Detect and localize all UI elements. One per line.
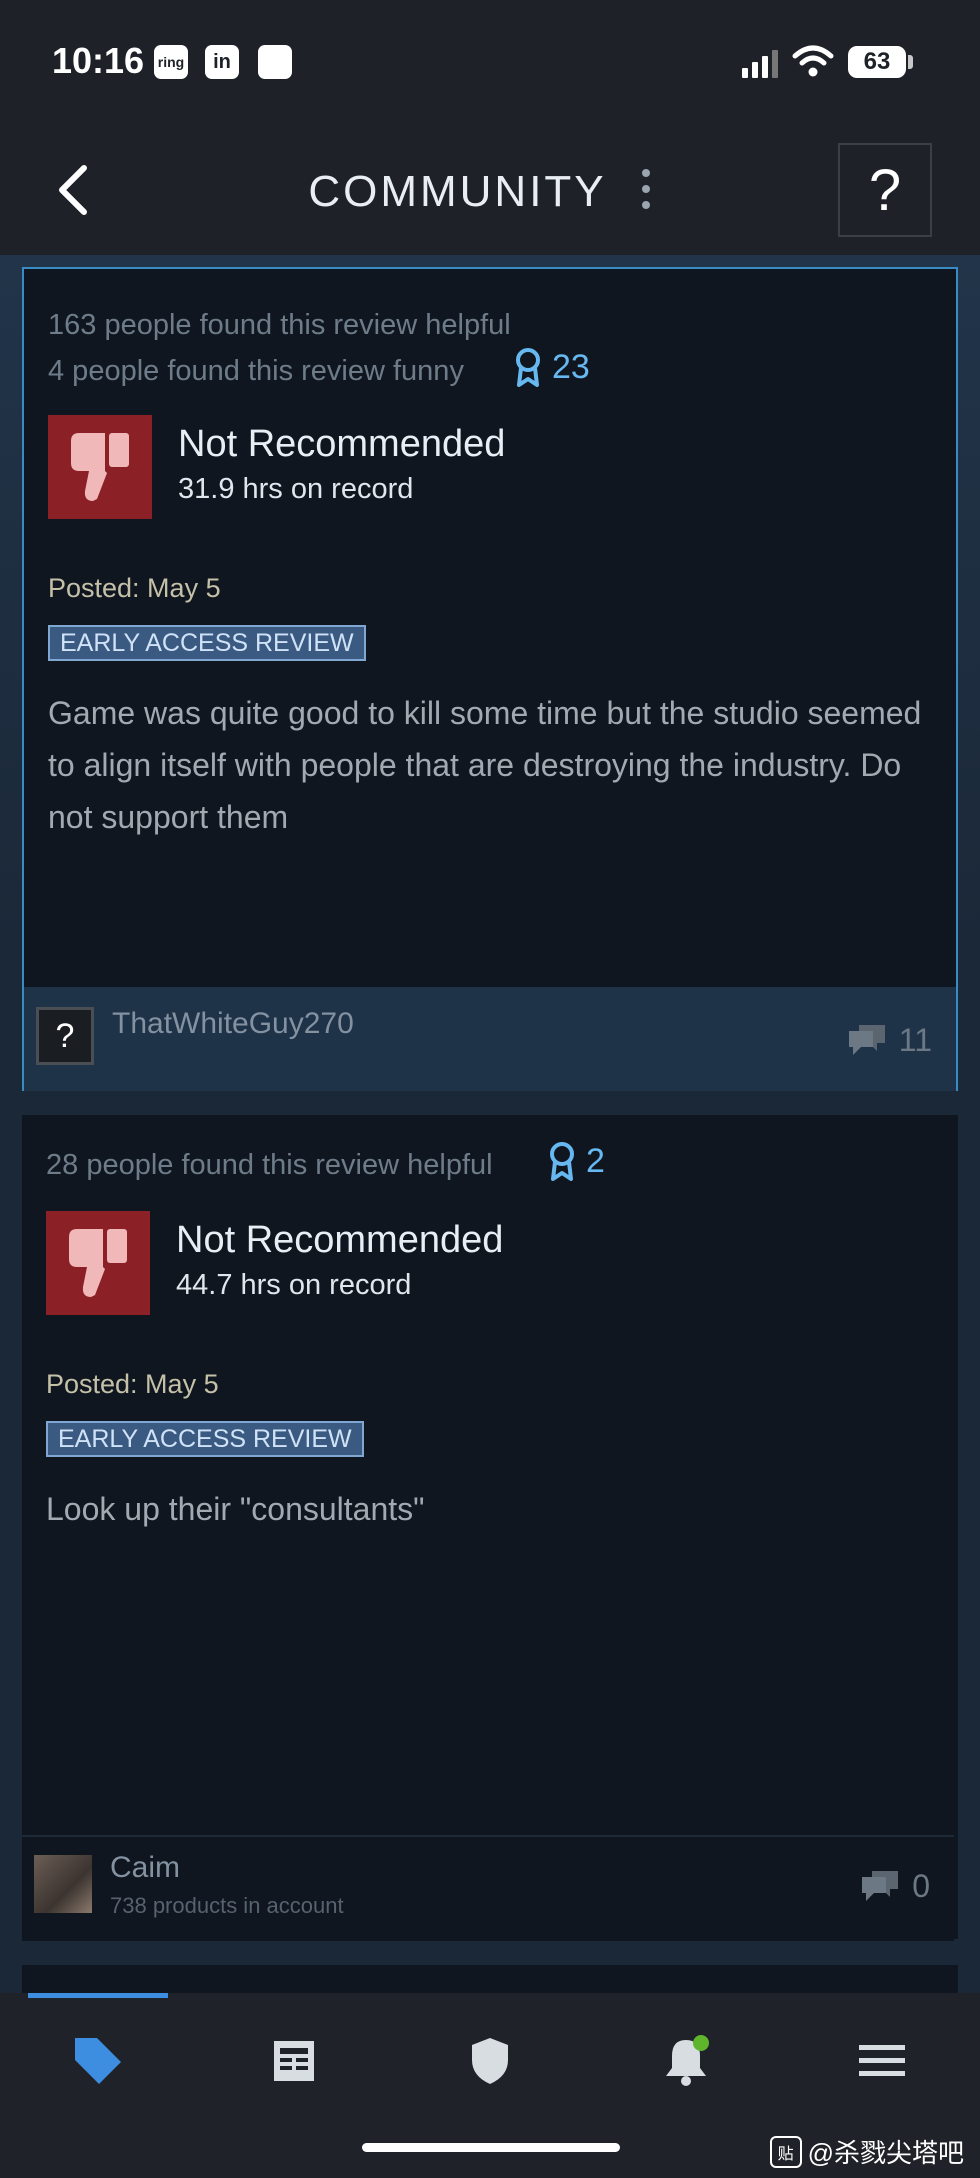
award-badge[interactable]: 2 <box>548 1141 605 1181</box>
shield-icon[interactable] <box>460 2031 520 2091</box>
review-card[interactable]: 163 people found this review helpful 4 p… <box>22 267 958 1091</box>
helpful-count: 163 people found this review helpful <box>48 309 511 341</box>
store-tag-icon[interactable] <box>68 2031 128 2091</box>
news-icon[interactable] <box>264 2031 324 2091</box>
recommendation-verdict: Not Recommended <box>176 1219 504 1261</box>
early-access-badge: EARLY ACCESS REVIEW <box>48 625 366 661</box>
comment-count: 11 <box>898 1021 932 1058</box>
battery-indicator: 63 <box>848 46 906 78</box>
award-count: 2 <box>586 1141 605 1180</box>
award-ribbon-icon <box>550 1142 574 1181</box>
wifi-icon <box>792 45 834 77</box>
more-options-icon[interactable] <box>640 169 652 213</box>
early-access-badge: EARLY ACCESS REVIEW <box>46 1421 364 1457</box>
help-button[interactable]: ? <box>838 143 932 237</box>
hours-on-record: 44.7 hrs on record <box>176 1269 412 1301</box>
thumbs-down-icon <box>46 1211 150 1315</box>
menu-icon[interactable] <box>852 2031 912 2091</box>
recommendation-verdict: Not Recommended <box>178 423 506 465</box>
review-card[interactable]: 28 people found this review helpful 2 No… <box>22 1115 958 1941</box>
author-name[interactable]: Caim <box>110 1851 180 1885</box>
active-tab-indicator <box>28 1993 168 1998</box>
generic-app-icon <box>258 45 292 79</box>
award-ribbon-icon <box>516 348 540 387</box>
review-footer: ? ThatWhiteGuy270 11 <box>24 987 956 1091</box>
author-name[interactable]: ThatWhiteGuy270 <box>112 1007 354 1041</box>
avatar[interactable] <box>34 1855 92 1913</box>
award-badge[interactable]: 23 <box>514 347 590 387</box>
posted-date: Posted: May 5 <box>48 573 221 603</box>
award-count: 23 <box>552 347 590 386</box>
watermark-logo-icon: 贴 <box>769 2135 802 2168</box>
funny-count: 4 people found this review funny <box>48 355 464 387</box>
bottom-nav: 贴 @杀戮尖塔吧 <box>0 1993 980 2178</box>
review-text: Game was quite good to kill some time bu… <box>48 695 922 835</box>
posted-date: Posted: May 5 <box>46 1369 219 1399</box>
avatar[interactable]: ? <box>36 1007 94 1065</box>
thumbs-down-icon <box>48 415 152 519</box>
watermark-text: @杀戮尖塔吧 <box>807 2138 964 2168</box>
app-header: COMMUNITY ? <box>0 125 980 255</box>
page-title: COMMUNITY <box>308 167 607 216</box>
home-indicator[interactable] <box>362 2143 620 2152</box>
reviews-list: 163 people found this review helpful 4 p… <box>0 255 980 2005</box>
hours-on-record: 31.9 hrs on record <box>178 473 414 505</box>
review-footer: Caim 738 products in account 0 <box>22 1835 954 1941</box>
comment-button[interactable]: 0 <box>860 1867 930 1905</box>
ring-app-icon: ring <box>154 45 188 79</box>
helpful-count: 28 people found this review helpful <box>46 1149 493 1181</box>
cellular-signal-icon <box>742 50 778 78</box>
comment-button[interactable]: 11 <box>847 1021 932 1059</box>
comment-count: 0 <box>912 1867 930 1904</box>
linkedin-app-icon: in <box>205 45 239 79</box>
notifications-bell-icon[interactable] <box>656 2031 716 2091</box>
comment-bubble-icon <box>848 1025 885 1055</box>
watermark: 贴 @杀戮尖塔吧 <box>769 2133 964 2170</box>
author-products: 738 products in account <box>110 1893 344 1918</box>
clock: 10:16 <box>52 40 145 81</box>
comment-bubble-icon <box>862 1871 899 1901</box>
status-bar: 10:16 ring in 63 <box>0 0 980 125</box>
review-text: Look up their "consultants" <box>46 1491 425 1527</box>
battery-cap <box>908 55 913 69</box>
